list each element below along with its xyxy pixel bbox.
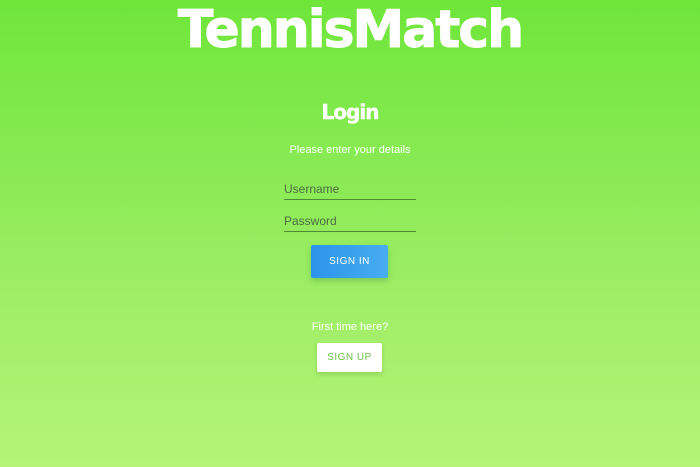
username-field[interactable] xyxy=(284,179,416,200)
sign-in-button[interactable]: SIGN IN xyxy=(311,245,388,278)
sign-up-button[interactable]: SIGN UP xyxy=(317,343,382,372)
first-time-label: First time here? xyxy=(311,321,389,333)
login-subtitle: Please enter your details xyxy=(289,144,411,156)
app-title: TennisMatch xyxy=(177,0,524,61)
login-heading: Login xyxy=(321,100,379,124)
password-field[interactable] xyxy=(284,211,416,232)
